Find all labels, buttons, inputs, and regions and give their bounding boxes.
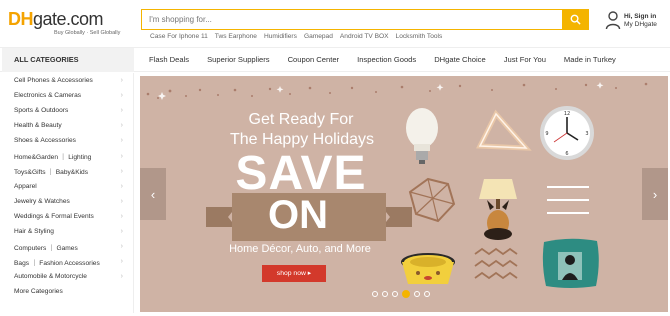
category-label: Computers ｜ Games (14, 244, 78, 252)
chevron-right-icon: › (120, 152, 123, 160)
chevron-right-icon: › (120, 182, 123, 190)
category-item[interactable]: Computers ｜ Games › (2, 239, 133, 254)
chevron-right-icon: › (652, 186, 658, 202)
promo-banner[interactable]: 12 3 6 9 Get Ready For The Happy Holidays S (140, 76, 668, 312)
category-label: Health & Beauty (14, 122, 62, 130)
all-categories-header[interactable]: ALL CATEGORIES (2, 48, 134, 72)
logo-tagline: Buy Globally · Sell Globally (54, 30, 121, 36)
banner-subtitle: Home Décor, Auto, and More (229, 243, 371, 255)
category-label: Bags ｜ Fashion Accessories (14, 259, 100, 267)
search-input[interactable] (142, 10, 562, 29)
svg-text:9: 9 (545, 131, 548, 137)
category-item[interactable]: Shoes & Accessories › (2, 133, 133, 148)
nav-dhgate-choice[interactable]: DHgate Choice (425, 48, 495, 72)
nav-inspection-goods[interactable]: Inspection Goods (348, 48, 425, 72)
hot-search-words: Case For Iphone 11 Tws Earphone Humidifi… (150, 33, 449, 40)
search-bar (141, 9, 589, 30)
carousel-next-button[interactable]: › (642, 168, 668, 220)
category-item[interactable]: Apparel › (2, 179, 133, 194)
hotword-link[interactable]: Android TV BOX (340, 33, 389, 40)
hotword-link[interactable]: Case For Iphone 11 (150, 33, 208, 40)
chevron-right-icon: › (120, 92, 123, 100)
category-sidebar: Cell Phones & Accessories › Electronics &… (2, 73, 134, 313)
dhgate-logo[interactable]: DHgate.com Buy Globally · Sell Globally (8, 9, 136, 41)
search-button[interactable] (562, 10, 588, 29)
search-icon (570, 14, 581, 25)
category-label: Hair & Styling (14, 227, 54, 235)
carousel-dot[interactable] (392, 291, 398, 297)
category-label: Shoes & Accessories (14, 137, 76, 145)
carousel-dot[interactable] (414, 291, 420, 297)
category-item[interactable]: Weddings & Formal Events › (2, 209, 133, 224)
carousel-dot[interactable] (424, 291, 430, 297)
svg-text:3: 3 (585, 131, 588, 137)
category-item[interactable]: Hair & Styling › (2, 224, 133, 239)
category-label: Sports & Outdoors (14, 107, 69, 115)
category-label: Home&Garden ｜ Lighting (14, 154, 92, 162)
more-categories-link[interactable]: More Categories (2, 284, 133, 299)
banner-on-text: ON (268, 193, 328, 237)
carousel-dot[interactable] (372, 291, 378, 297)
svg-text:6: 6 (565, 151, 568, 157)
nav-superior-suppliers[interactable]: Superior Suppliers (198, 48, 278, 72)
category-label: Jewelry & Watches (14, 197, 70, 205)
category-label: Cell Phones & Accessories (14, 77, 93, 85)
carousel-prev-button[interactable]: ‹ (140, 168, 166, 220)
account-menu[interactable]: Hi, Sign in My DHgate (605, 10, 667, 34)
chevron-right-icon: › (120, 227, 123, 235)
main-nav: ALL CATEGORIES Flash Deals Superior Supp… (0, 47, 670, 72)
carousel-indicators (372, 290, 430, 298)
category-item[interactable]: Jewelry & Watches › (2, 194, 133, 209)
category-item[interactable]: Sports & Outdoors › (2, 103, 133, 118)
category-item[interactable]: Electronics & Cameras › (2, 88, 133, 103)
chevron-right-icon: › (120, 107, 123, 115)
chevron-left-icon: ‹ (150, 186, 156, 202)
hotword-link[interactable]: Gamepad (304, 33, 333, 40)
logo-gate: gate.com (33, 9, 104, 29)
carousel-dot[interactable] (382, 291, 388, 297)
category-item[interactable]: Health & Beauty › (2, 118, 133, 133)
user-icon (605, 11, 621, 30)
svg-text:12: 12 (564, 111, 570, 117)
category-label: More Categories (14, 288, 63, 296)
chevron-right-icon: › (120, 122, 123, 130)
chevron-right-icon: › (120, 197, 123, 205)
chevron-right-icon: › (120, 243, 123, 251)
category-label: Apparel (14, 182, 37, 190)
chevron-right-icon: › (120, 167, 123, 175)
hotword-link[interactable]: Locksmith Tools (396, 33, 443, 40)
nav-coupon-center[interactable]: Coupon Center (279, 48, 349, 72)
chevron-right-icon: › (120, 137, 123, 145)
category-label: Automobile & Motorcycle (14, 273, 87, 281)
chevron-right-icon: › (120, 273, 123, 281)
my-dhgate-link[interactable]: My DHgate (624, 21, 657, 29)
hotword-link[interactable]: Tws Earphone (215, 33, 257, 40)
category-item[interactable]: Toys&Gifts ｜ Baby&Kids › (2, 164, 133, 179)
banner-headline-1: Get Ready For (248, 111, 354, 128)
nav-flash-deals[interactable]: Flash Deals (140, 48, 198, 72)
carousel-dot-active[interactable] (402, 290, 410, 298)
category-item[interactable]: Automobile & Motorcycle › (2, 269, 133, 284)
chevron-right-icon: › (120, 258, 123, 266)
category-item[interactable]: Cell Phones & Accessories › (2, 73, 133, 88)
category-label: Toys&Gifts ｜ Baby&Kids (14, 169, 89, 177)
hotword-link[interactable]: Humidifiers (264, 33, 297, 40)
category-item[interactable]: Home&Garden ｜ Lighting › (2, 148, 133, 163)
sign-in-link[interactable]: Hi, Sign in (624, 13, 657, 21)
chevron-right-icon: › (120, 212, 123, 220)
shop-now-button[interactable]: shop now ▸ (262, 265, 326, 282)
category-item[interactable]: Bags ｜ Fashion Accessories › (2, 254, 133, 269)
nav-made-in-turkey[interactable]: Made in Turkey (555, 48, 625, 72)
banner-artwork: 12 3 6 9 (146, 82, 648, 288)
chevron-right-icon: › (120, 77, 123, 85)
category-label: Weddings & Formal Events (14, 212, 94, 220)
nav-just-for-you[interactable]: Just For You (495, 48, 555, 72)
logo-dh: DH (8, 9, 34, 29)
category-label: Electronics & Cameras (14, 92, 82, 100)
